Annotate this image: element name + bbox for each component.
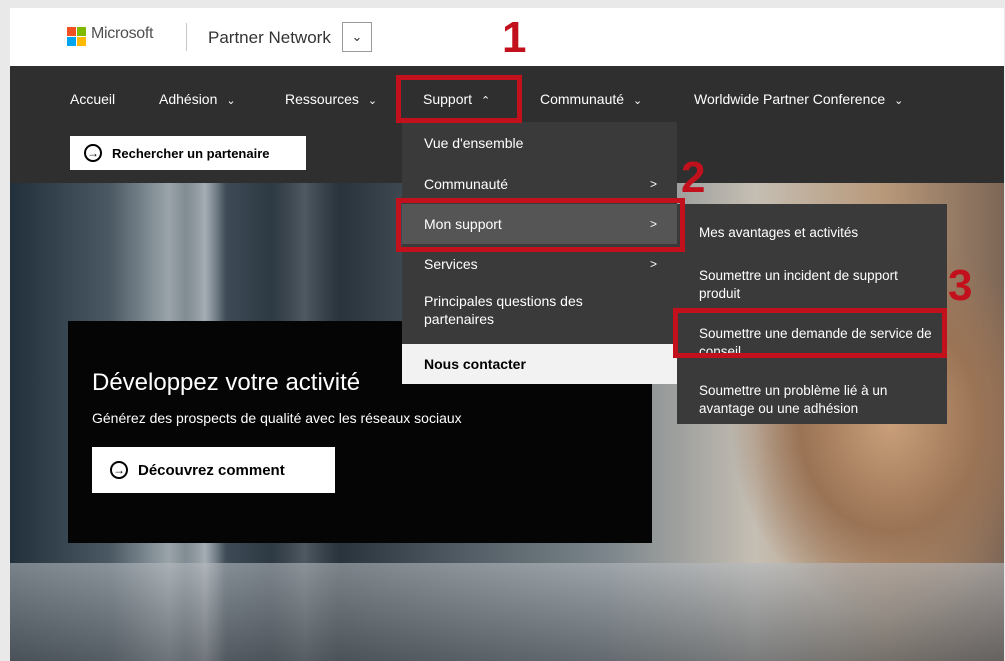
promo-title: Développez votre activité — [92, 369, 361, 396]
chevron-down-icon: ⌄ — [351, 29, 363, 44]
promo-subtitle: Générez des prospects de qualité avec le… — [92, 410, 462, 426]
chevron-down-icon: ⌄ — [367, 95, 378, 107]
arrow-right-circle-icon: → — [110, 461, 128, 479]
microsoft-brand[interactable]: Microsoft — [91, 25, 154, 43]
chevron-down-icon: ⌄ — [226, 95, 236, 107]
nav-item-label: Communauté — [540, 91, 625, 107]
menu-item-label: Principales questions des partenaires — [424, 293, 583, 327]
submenu-item-incident-support[interactable]: Soumettre un incident de support produit — [699, 267, 939, 303]
menu-item-label: Nous contacter — [424, 356, 526, 372]
nav-item-worldwide-partner-conference[interactable]: Worldwide Partner Conference ⌄ — [694, 91, 903, 107]
submenu-item-label: Soumettre un problème lié à un avantage … — [699, 383, 888, 416]
nav-item-label: Accueil — [70, 91, 116, 107]
arrow-right-circle-icon: → — [84, 144, 102, 162]
nav-item-label: Worldwide Partner Conference — [694, 91, 886, 107]
browser-viewport: Microsoft Partner Network ⌄ Accueil Adhé… — [10, 8, 1004, 661]
menu-item-label: Vue d'ensemble — [424, 135, 524, 151]
highlight-step-1 — [396, 75, 522, 123]
submenu-item-avantages[interactable]: Mes avantages et activités — [699, 224, 939, 242]
hero-background-floor — [10, 563, 1004, 661]
support-dropdown-menu: Vue d'ensemble Communauté > Mon support … — [402, 122, 677, 384]
menu-item-nous-contacter[interactable]: Nous contacter — [402, 344, 677, 384]
nav-item-ressources[interactable]: Ressources ⌄ — [285, 91, 377, 107]
submenu-item-probleme-adhesion[interactable]: Soumettre un problème lié à un avantage … — [699, 382, 939, 418]
nav-item-communaute[interactable]: Communauté ⌄ — [540, 91, 642, 107]
chevron-down-icon: ⌄ — [633, 95, 643, 107]
discover-label: Découvrez comment — [138, 461, 285, 479]
highlight-step-3 — [673, 308, 947, 358]
header-divider — [186, 23, 187, 51]
find-partner-button[interactable]: → Rechercher un partenaire — [70, 136, 306, 170]
nav-item-accueil[interactable]: Accueil — [70, 91, 115, 107]
find-partner-label: Rechercher un partenaire — [112, 145, 270, 161]
highlight-step-2 — [396, 198, 685, 252]
site-dropdown-button[interactable]: ⌄ — [342, 22, 372, 52]
nav-item-label: Ressources — [285, 91, 359, 107]
chevron-down-icon: ⌄ — [894, 95, 904, 107]
microsoft-logo-icon[interactable] — [67, 27, 86, 46]
menu-item-principales-questions[interactable]: Principales questions des partenaires — [402, 292, 677, 344]
menu-item-vue-ensemble[interactable]: Vue d'ensemble — [402, 122, 677, 164]
step-number-3: 3 — [948, 261, 973, 310]
discover-button[interactable]: → Découvrez comment — [92, 447, 335, 493]
step-number-1: 1 — [502, 13, 527, 62]
submenu-item-label: Soumettre un incident de support produit — [699, 268, 898, 301]
step-number-2: 2 — [681, 153, 706, 202]
submenu-item-label: Mes avantages et activités — [699, 225, 859, 240]
menu-item-label: Communauté — [424, 176, 509, 192]
site-title[interactable]: Partner Network — [208, 28, 331, 48]
nav-item-adhesion[interactable]: Adhésion ⌄ — [159, 91, 236, 107]
menu-item-label: Services — [424, 256, 478, 272]
nav-item-label: Adhésion — [159, 91, 218, 107]
